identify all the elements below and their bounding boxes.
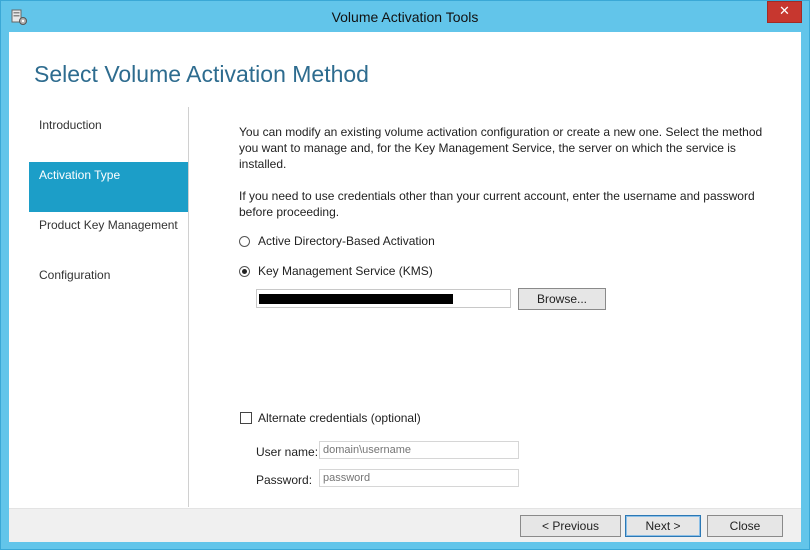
nav-item-activation-type[interactable]: Activation Type <box>29 162 188 212</box>
password-input[interactable] <box>319 469 519 487</box>
credentials-paragraph: If you need to use credentials other tha… <box>239 189 755 219</box>
next-button[interactable]: Next > <box>625 515 701 537</box>
ad-activation-radio[interactable] <box>239 235 250 247</box>
username-input[interactable] <box>319 441 519 459</box>
alternate-credentials-option[interactable]: Alternate credentials (optional) <box>240 411 421 425</box>
ad-activation-option[interactable]: Active Directory-Based Activation <box>239 232 435 250</box>
wizard-client-area: Select Volume Activation Method Introduc… <box>9 32 801 542</box>
window-title: Volume Activation Tools <box>331 9 479 25</box>
footer-bar: < Previous Next > Close <box>9 508 801 542</box>
redacted-server-name <box>259 294 453 304</box>
kms-radio[interactable] <box>239 265 250 277</box>
wizard-nav: Introduction Activation Type Product Key… <box>29 112 188 312</box>
kms-label: Key Management Service (KMS) <box>258 264 433 278</box>
alternate-credentials-checkbox[interactable] <box>240 412 252 424</box>
nav-item-introduction[interactable]: Introduction <box>29 112 188 162</box>
volume-activation-window: Volume Activation Tools ✕ Select Volume … <box>0 0 810 550</box>
page-title: Select Volume Activation Method <box>34 61 369 87</box>
intro-paragraph: You can modify an existing volume activa… <box>239 125 763 171</box>
content-text: You can modify an existing volume activa… <box>239 124 779 236</box>
close-window-button[interactable]: ✕ <box>767 1 802 23</box>
alternate-credentials-label: Alternate credentials (optional) <box>258 411 421 425</box>
nav-item-configuration[interactable]: Configuration <box>29 262 188 312</box>
password-label: Password: <box>256 473 313 487</box>
nav-divider <box>188 107 189 507</box>
ad-activation-label: Active Directory-Based Activation <box>258 234 435 248</box>
browse-button[interactable]: Browse... <box>518 288 606 310</box>
nav-item-product-key-management[interactable]: Product Key Management <box>29 212 188 262</box>
username-label: User name: <box>256 445 319 459</box>
close-button[interactable]: Close <box>707 515 783 537</box>
kms-option[interactable]: Key Management Service (KMS) <box>239 262 433 280</box>
title-bar[interactable]: Volume Activation Tools ✕ <box>1 1 809 33</box>
previous-button[interactable]: < Previous <box>520 515 621 537</box>
kms-server-input[interactable] <box>256 289 511 308</box>
